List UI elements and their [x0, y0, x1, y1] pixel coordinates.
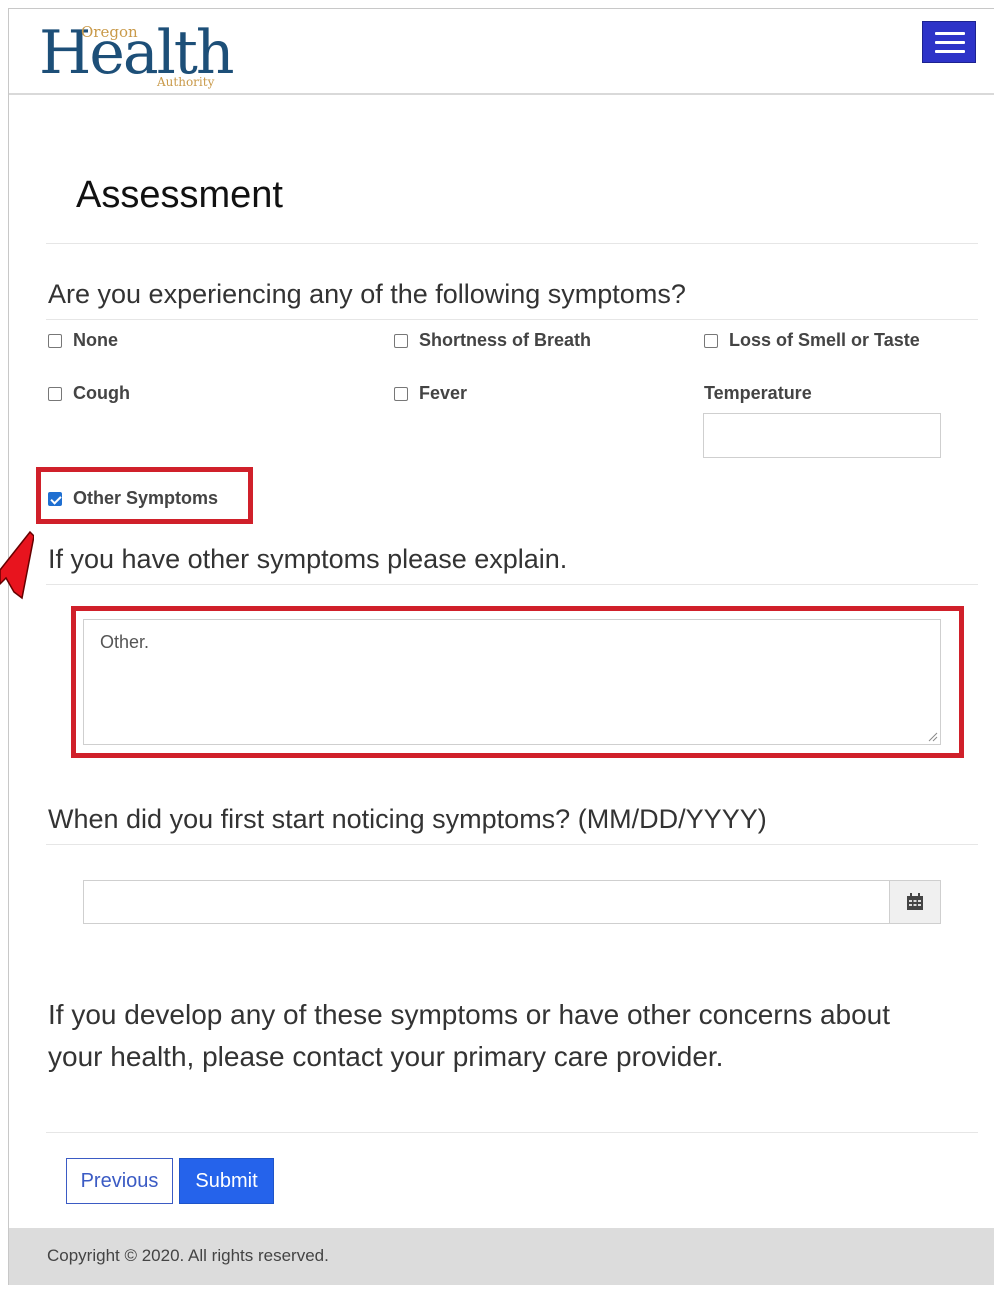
- checkbox-icon[interactable]: [48, 333, 62, 348]
- divider: [46, 319, 978, 320]
- symptoms-question: Are you experiencing any of the followin…: [48, 279, 686, 309]
- checkbox-label: Other Symptoms: [73, 488, 219, 508]
- calendar-icon: [907, 893, 923, 910]
- checkbox-none[interactable]: None: [48, 330, 118, 351]
- calendar-button[interactable]: [889, 880, 941, 924]
- checkbox-cough[interactable]: Cough: [48, 383, 130, 404]
- checkbox-icon[interactable]: [48, 386, 62, 401]
- checkbox-shortness-of-breath[interactable]: Shortness of Breath: [394, 330, 591, 351]
- divider: [46, 844, 978, 845]
- checkbox-label: Cough: [73, 383, 130, 403]
- checkbox-icon[interactable]: [394, 386, 408, 401]
- footer: Copyright © 2020. All rights reserved.: [9, 1228, 994, 1285]
- onset-date-input[interactable]: [83, 880, 890, 924]
- checkbox-fever[interactable]: Fever: [394, 383, 467, 404]
- divider: [46, 1132, 978, 1133]
- logo-bottom-text: Authority: [157, 75, 215, 89]
- temperature-input[interactable]: [703, 413, 941, 458]
- copyright-text: Copyright © 2020. All rights reserved.: [47, 1246, 329, 1265]
- previous-button[interactable]: Previous: [66, 1158, 173, 1204]
- page-title: Assessment: [76, 174, 283, 216]
- info-text: If you develop any of these symptoms or …: [48, 999, 891, 1072]
- checkbox-checked-icon[interactable]: [48, 491, 62, 506]
- onset-question: When did you first start noticing sympto…: [48, 804, 767, 834]
- checkbox-icon[interactable]: [704, 333, 718, 348]
- other-symptoms-textarea[interactable]: Other.: [83, 619, 941, 745]
- textarea-value: Other.: [100, 632, 150, 652]
- divider: [46, 243, 978, 244]
- resize-handle-icon[interactable]: [928, 732, 938, 742]
- checkbox-label: None: [73, 330, 118, 350]
- checkbox-label: Fever: [419, 383, 468, 403]
- hamburger-icon: [935, 32, 965, 35]
- hamburger-menu-button[interactable]: [922, 21, 976, 63]
- checkbox-label: Shortness of Breath: [419, 330, 592, 350]
- oha-logo[interactable]: Health Oregon Authority: [39, 17, 235, 93]
- other-symptoms-question: If you have other symptoms please explai…: [48, 544, 568, 574]
- submit-button[interactable]: Submit: [179, 1158, 274, 1204]
- logo-top-text: Oregon: [81, 23, 138, 41]
- divider: [46, 584, 978, 585]
- checkbox-loss-of-smell-or-taste[interactable]: Loss of Smell or Taste: [704, 330, 920, 351]
- checkbox-other-symptoms[interactable]: Other Symptoms: [48, 488, 218, 509]
- checkbox-icon[interactable]: [394, 333, 408, 348]
- checkbox-label: Loss of Smell or Taste: [729, 330, 920, 350]
- temperature-label: Temperature: [704, 383, 812, 403]
- pointer-arrow-icon: [0, 530, 34, 600]
- header: Health Oregon Authority: [9, 9, 994, 95]
